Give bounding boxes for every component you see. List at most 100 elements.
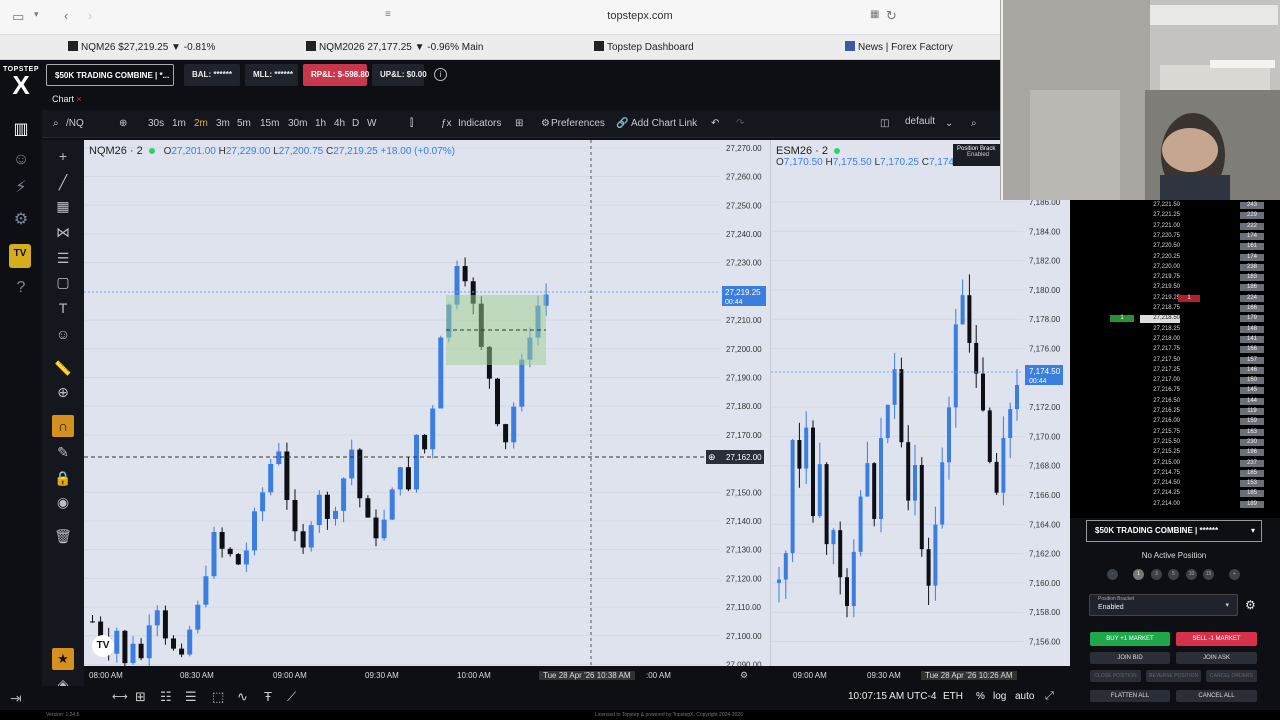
preferences-button[interactable]: Preferences [551,118,605,129]
pen-icon[interactable]: ✎ [53,442,73,462]
qty-minus[interactable]: - [1107,569,1118,580]
percent-toggle[interactable]: % [976,691,985,702]
timeframe-2m[interactable]: 2m [194,118,208,129]
layout-select[interactable]: default [905,116,935,127]
qty-3[interactable]: 3 [1151,569,1162,580]
add-symbol-icon[interactable]: ⊕ [119,118,127,129]
log-toggle[interactable]: log [993,691,1006,702]
dom-row[interactable]: 27,221.25 229 [1070,212,1280,220]
dom-row[interactable]: 27,220.00 238 [1070,263,1280,272]
flatten-all-button[interactable]: FLATTEN ALL [1090,690,1170,702]
redo-icon[interactable]: ↷ [736,118,744,129]
address-bar[interactable]: topstepx.com [570,10,710,22]
dom-row[interactable]: 27,219.50 186 [1070,284,1280,292]
dom-row[interactable]: 27,214.75 185 [1070,469,1280,478]
arrows-icon[interactable]: ⟷ [112,690,128,703]
qty-5[interactable]: 5 [1168,569,1179,580]
eye-icon[interactable]: ◉ [53,492,73,512]
trash-icon[interactable]: 🗑 [53,526,73,546]
tab-nqm26[interactable]: NQM26 $27,219.25 ▼ -0.81% [68,35,215,60]
bid-order[interactable]: 1 [1110,315,1134,323]
timeframe-3m[interactable]: 3m [216,118,230,129]
timeframe-1m[interactable]: 1m [172,118,186,129]
ruler-icon[interactable]: 📏 [53,358,73,378]
dom-row[interactable]: 27,221.50 243 [1070,202,1280,210]
chevron-down-icon[interactable]: ▾ [34,9,39,20]
help-nav-icon[interactable]: ? [9,276,33,300]
wave-icon[interactable]: ∿ [237,689,248,705]
dom-row[interactable]: 27,217.25 146 [1070,366,1280,375]
dom-row[interactable]: 27,215.50 230 [1070,438,1280,447]
lock-icon[interactable]: 🔒 [53,468,73,488]
dom-row[interactable]: 27,216.50 144 [1070,397,1280,406]
dom-row[interactable]: 1 27,218.50 179 [1070,315,1280,324]
panel-icon[interactable]: ◫ [880,118,889,129]
timeframe-30s[interactable]: 30s [148,118,164,129]
add-chart-link-button[interactable]: Add Chart Link [631,118,697,129]
text-icon[interactable]: Ŧ [264,689,272,704]
reload-icon[interactable]: ↻ [886,8,897,24]
back-icon[interactable]: ‹ [64,8,68,23]
cancel-orders-button[interactable]: CANCEL ORDERS [1206,670,1257,682]
sell-market-button[interactable]: SELL -1 MARKET [1176,632,1257,646]
qty-1[interactable]: 1 [1133,569,1144,580]
dom-row[interactable]: 27,219.25 1 224 [1070,294,1280,303]
join-bid-button[interactable]: JOIN BID [1090,652,1170,664]
candle-type-icon[interactable]: ⫿ [410,118,413,129]
prediction-tool-icon[interactable]: ☰ [53,248,73,268]
chart-es[interactable]: 7,186.00 7,184.00 7,182.00 7,180.00 7,178.00… [770,140,1070,666]
timeframe-15m[interactable]: 15m [260,118,279,129]
dom-row[interactable]: 27,220.50 161 [1070,243,1280,251]
fib-grid-icon[interactable]: ▦ [53,196,73,216]
symbol-input[interactable]: /NQ [66,118,84,129]
shape-tool-icon[interactable]: ▢ [53,272,73,292]
dom-row[interactable]: 27,218.00 141 [1070,335,1280,344]
dom-row[interactable]: 27,214.25 185 [1070,490,1280,498]
layout-grid-icon[interactable]: ⊞ [515,118,523,129]
position-bracket-badge[interactable]: Position Brack Enabled [953,144,1003,166]
dom-row[interactable]: 27,218.75 166 [1070,305,1280,313]
text-tool-icon[interactable]: T [53,298,73,318]
dom-row[interactable]: 27,218.25 148 [1070,325,1280,334]
dom-row[interactable]: 27,221.00 222 [1070,222,1280,231]
qty-15[interactable]: 15 [1203,569,1214,580]
position-bracket-select[interactable]: Position Bracket Enabled ▾ [1089,594,1238,616]
dom-row[interactable]: 27,217.50 157 [1070,356,1280,365]
ask-order[interactable]: 1 [1178,294,1200,302]
star-icon[interactable]: ★ [52,648,74,670]
timeframe-30m[interactable]: 30m [288,118,307,129]
undo-icon[interactable]: ↶ [711,118,719,129]
dom-row[interactable]: 27,219.75 183 [1070,274,1280,282]
forward-icon[interactable]: › [88,8,92,23]
dom-row[interactable]: 27,215.75 163 [1070,428,1280,437]
info-icon[interactable]: i [434,68,447,81]
select-box-icon[interactable]: ⬚ [212,689,224,705]
translate-icon[interactable]: ▦ [870,9,879,20]
timeframe-5m[interactable]: 5m [237,118,251,129]
timeframe-W[interactable]: W [367,118,376,129]
trend-line-icon[interactable]: ╱ [53,172,73,192]
settings-nav-icon[interactable]: ⚙ [9,208,33,232]
close-icon[interactable]: × [77,94,82,104]
list-icon[interactable]: ☰ [185,689,197,705]
search-icon[interactable]: ⌕ [53,118,59,129]
stats-nav-icon[interactable]: ⚡ [9,176,33,200]
session-toggle[interactable]: ETH [943,691,963,702]
dom-row[interactable]: 27,216.00 159 [1070,418,1280,426]
crosshair-tool-icon[interactable]: + [53,146,73,166]
line-chart-icon[interactable]: ⟋ [287,689,296,705]
dom-row[interactable]: 27,214.00 189 [1070,500,1280,509]
dom-row[interactable]: 27,216.75 145 [1070,387,1280,395]
dom-row[interactable]: 27,216.25 119 [1070,408,1280,416]
order-account-select[interactable]: $50K TRADING COMBINE | ****** ▾ [1086,520,1262,542]
tab-nqm2026[interactable]: NQM2026 27,177.25 ▼ -0.96% Main [306,35,483,60]
dom-row[interactable]: 27,215.00 237 [1070,459,1280,468]
chart-nq[interactable]: 27,270.00 27,260.00 27,250.00 27,240.00 27,2… [84,140,770,666]
zoom-in-icon[interactable]: ⊕ [53,382,73,402]
tab-chart[interactable]: Chart × [52,94,82,104]
dom-row[interactable]: 27,217.75 166 [1070,346,1280,354]
tab-forex-factory[interactable]: News | Forex Factory [845,35,953,60]
dom-row[interactable]: 27,220.75 174 [1070,232,1280,241]
cancel-all-button[interactable]: CANCEL ALL [1176,690,1257,702]
join-ask-button[interactable]: JOIN ASK [1176,652,1257,664]
